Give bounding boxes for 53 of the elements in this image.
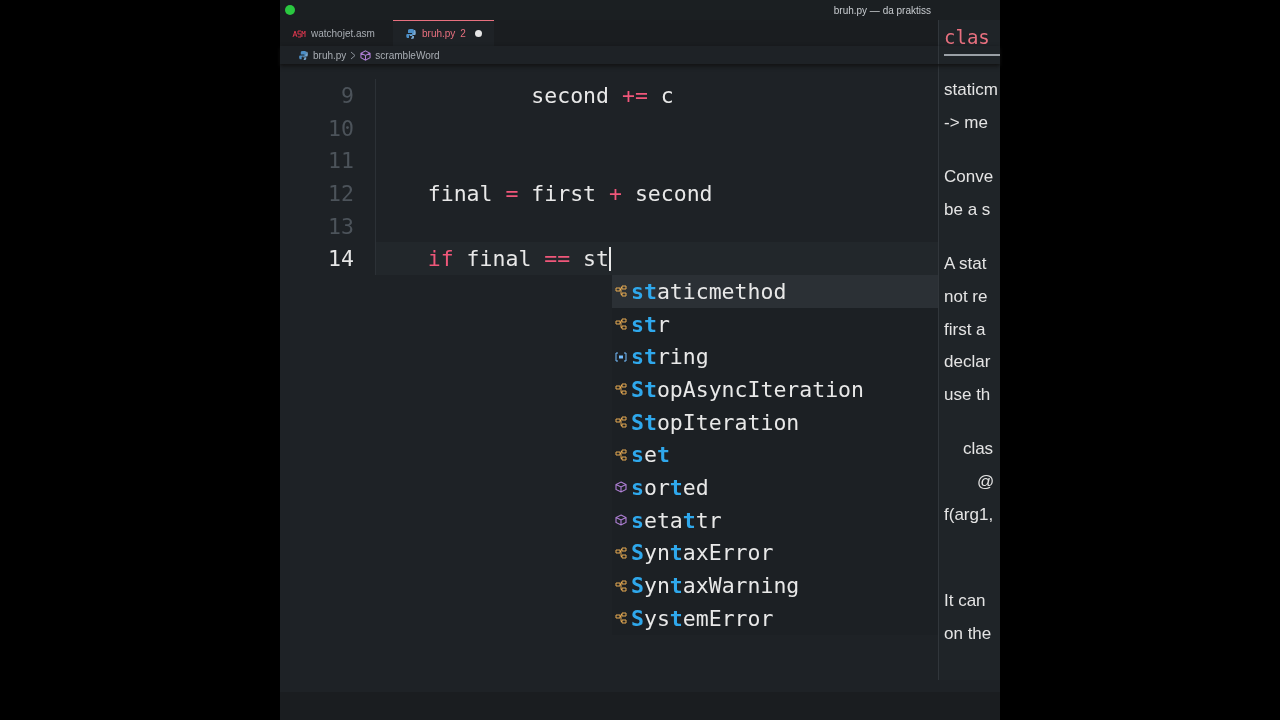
window-title: bruh.py — da praktiss <box>833 4 931 16</box>
suggestion-item[interactable]: str <box>612 307 938 341</box>
doc-text: be a s <box>944 198 992 221</box>
code-text: clas <box>961 438 995 461</box>
code-line: second += c <box>530 82 674 108</box>
breadcrumb-item[interactable]: bruh.py <box>313 49 347 61</box>
class-icon <box>615 318 627 331</box>
doc-text: not re <box>944 285 989 308</box>
doc-text: Conve <box>944 166 995 189</box>
doc-text: declar <box>944 351 992 374</box>
breadcrumb-item[interactable]: scrambleWord <box>375 49 440 61</box>
suggestion-item[interactable]: SyntaxWarning <box>612 569 938 602</box>
code-line: final = first + second <box>427 180 713 206</box>
chevron-right-icon <box>350 50 357 60</box>
editor-tab[interactable]: watchojet.asm <box>280 20 393 46</box>
doc-text: first a <box>944 318 987 341</box>
doc-text: use th <box>944 383 992 406</box>
python-file-icon <box>298 49 309 61</box>
suggestion-item[interactable]: SyntaxError <box>612 536 938 570</box>
python-file-icon <box>405 27 417 40</box>
code-text: f(arg1, <box>944 503 995 526</box>
class-icon <box>615 546 627 559</box>
class-icon <box>615 383 627 396</box>
suggestion-item[interactable]: StopIteration <box>612 405 938 439</box>
cube-icon <box>360 49 372 61</box>
code-line: if final == st <box>427 246 609 272</box>
class-icon <box>615 579 627 592</box>
line-number: 14 <box>327 246 354 272</box>
doc-text: staticm <box>944 79 999 101</box>
asm-file-icon <box>292 29 306 38</box>
suggestion-item[interactable]: sorted <box>612 471 938 504</box>
class-icon <box>615 285 627 298</box>
suggestion-item[interactable]: string <box>612 340 938 374</box>
suggestion-item[interactable]: StopAsyncIteration <box>612 373 938 406</box>
text-cursor <box>609 246 611 271</box>
window-close-dot[interactable] <box>284 4 296 16</box>
variable-icon <box>615 350 627 363</box>
suggestion-item[interactable]: setattr <box>612 503 938 537</box>
code-text: @ <box>976 470 996 493</box>
cube-icon <box>615 481 627 494</box>
doc-text: -> me <box>944 111 989 134</box>
class-icon <box>615 448 627 461</box>
editor-tab[interactable]: bruh.py 2 <box>393 20 494 46</box>
doc-text: on the <box>944 622 993 645</box>
suggestion-item[interactable]: SystemError <box>612 601 938 635</box>
suggestion-item[interactable]: set <box>612 438 938 472</box>
suggestion-item[interactable]: staticmethod <box>612 275 938 308</box>
doc-text: A stat <box>944 253 988 276</box>
class-icon <box>615 612 627 625</box>
class-icon <box>615 416 627 429</box>
doc-text: It can <box>944 590 987 613</box>
cube-icon <box>615 514 627 527</box>
signature-text: clas <box>944 26 991 48</box>
